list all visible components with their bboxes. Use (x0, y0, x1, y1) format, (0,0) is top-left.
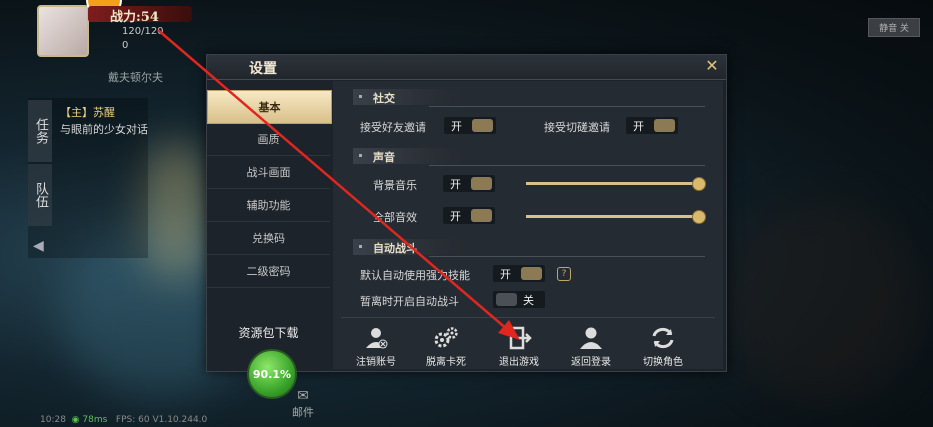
annotation-arrow (157, 29, 520, 340)
